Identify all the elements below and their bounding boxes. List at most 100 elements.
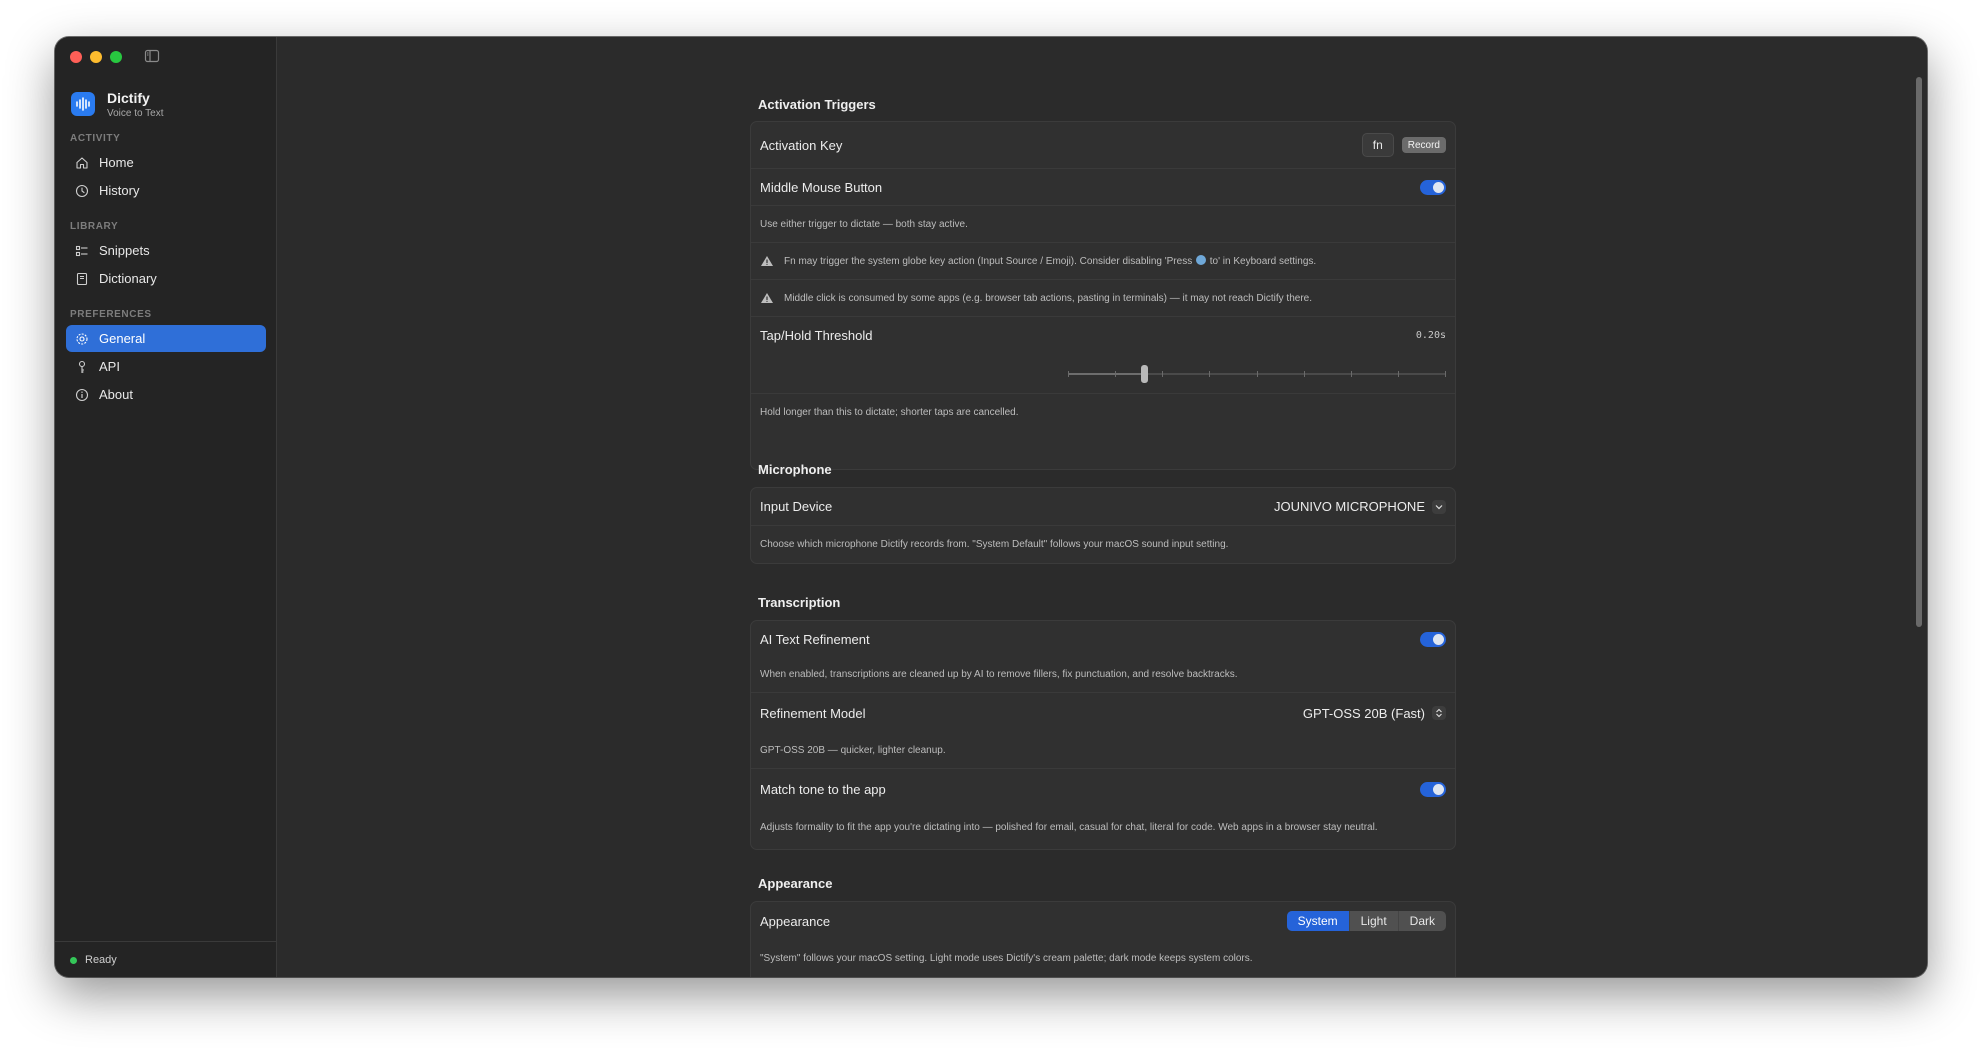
middle-mouse-toggle[interactable] xyxy=(1420,179,1446,195)
tone-note-row: Adjusts formality to fit the app you're … xyxy=(751,809,1455,845)
slider-tick xyxy=(1445,370,1446,377)
sidebar-item-label: Home xyxy=(99,155,134,170)
sidebar-item-label: History xyxy=(99,183,140,198)
microphone-note: Choose which microphone Dictify records … xyxy=(760,539,1229,550)
section-title-activation: Activation Triggers xyxy=(758,97,876,112)
sidebar-item-label: General xyxy=(99,331,146,346)
key-icon xyxy=(74,359,90,375)
trigger-note-row: Use either trigger to dictate — both sta… xyxy=(751,206,1455,243)
refinement-model-popup[interactable]: GPT-OSS 20B (Fast) xyxy=(1303,706,1446,721)
match-tone-label: Match tone to the app xyxy=(760,781,886,797)
appearance-label: Appearance xyxy=(760,913,831,929)
trigger-note: Use either trigger to dictate — both sta… xyxy=(760,218,968,230)
app-window: Dictify Voice to Text ACTIVITY Home Hist… xyxy=(55,37,1927,977)
refinement-model-note: GPT-OSS 20B — quicker, lighter cleanup. xyxy=(760,745,946,756)
sidebar-item-label: About xyxy=(99,387,133,402)
middle-mouse-label: Middle Mouse Button xyxy=(760,179,883,195)
sidebar-item-dictionary[interactable]: Dictionary xyxy=(66,265,266,292)
ai-refinement-note: When enabled, transcriptions are cleaned… xyxy=(760,669,1238,680)
activation-key-label: Activation Key xyxy=(760,137,843,153)
microphone-note-row: Choose which microphone Dictify records … xyxy=(751,526,1455,563)
fn-warning-row: Fn may trigger the system globe key acti… xyxy=(751,243,1455,280)
threshold-row: Tap/Hold Threshold 0.20s xyxy=(751,317,1455,354)
status-text: Ready xyxy=(85,954,117,966)
ai-refinement-toggle[interactable] xyxy=(1420,631,1446,647)
vertical-scrollbar[interactable] xyxy=(1916,77,1922,627)
slider-tick xyxy=(1209,370,1210,377)
appearance-note-row: "System" follows your macOS setting. Lig… xyxy=(751,940,1455,976)
appearance-option-light[interactable]: Light xyxy=(1348,911,1398,931)
appearance-row: Appearance System Light Dark xyxy=(751,902,1455,940)
sidebar-item-api[interactable]: API xyxy=(66,353,266,380)
sidebar-toggle-icon[interactable] xyxy=(144,48,160,64)
match-tone-note: Adjusts formality to fit the app you're … xyxy=(760,821,1378,833)
clock-icon xyxy=(74,183,90,199)
threshold-value: 0.20s xyxy=(1415,330,1446,341)
sidebar-item-general[interactable]: General xyxy=(66,325,266,352)
globe-icon xyxy=(1195,255,1206,265)
close-window-button[interactable] xyxy=(70,51,82,63)
slider-thumb[interactable] xyxy=(1141,364,1148,383)
model-note-row: GPT-OSS 20B — quicker, lighter cleanup. xyxy=(751,733,1455,769)
slider-tick xyxy=(1398,370,1399,377)
app-logo-waveform-icon xyxy=(71,92,95,116)
sidebar-item-label: Dictionary xyxy=(99,271,157,286)
input-device-label: Input Device xyxy=(760,499,833,514)
input-device-dropdown[interactable]: JOUNIVO MICROPHONE xyxy=(1274,499,1446,514)
threshold-slider[interactable] xyxy=(1068,354,1446,393)
section-label-preferences: PREFERENCES xyxy=(70,309,152,320)
slider-tick xyxy=(1351,370,1352,377)
middle-warning-row: Middle click is consumed by some apps (e… xyxy=(751,280,1455,317)
refinement-model-row: Refinement Model GPT-OSS 20B (Fast) xyxy=(751,693,1455,733)
input-device-value: JOUNIVO MICROPHONE xyxy=(1274,499,1425,514)
record-button[interactable]: Record xyxy=(1401,137,1446,153)
appearance-option-dark[interactable]: Dark xyxy=(1397,911,1446,931)
appearance-option-system[interactable]: System xyxy=(1286,911,1349,931)
warning-icon xyxy=(761,293,773,303)
app-subtitle: Voice to Text xyxy=(107,108,164,119)
sidebar: Dictify Voice to Text ACTIVITY Home Hist… xyxy=(55,37,277,977)
input-device-row: Input Device JOUNIVO MICROPHONE xyxy=(751,488,1455,526)
sidebar-item-label: Snippets xyxy=(99,243,150,258)
sidebar-item-label: API xyxy=(99,359,120,374)
threshold-label: Tap/Hold Threshold xyxy=(760,328,873,343)
threshold-note-row: Hold longer than this to dictate; shorte… xyxy=(751,394,1455,431)
threshold-note: Hold longer than this to dictate; shorte… xyxy=(760,407,1019,418)
fn-warning-text: Fn may trigger the system globe key acti… xyxy=(784,255,1317,267)
slider-tick xyxy=(1115,370,1116,377)
middle-warning-text: Middle click is consumed by some apps (e… xyxy=(784,292,1312,304)
activation-key-cap[interactable]: fn xyxy=(1361,133,1394,157)
section-title-appearance: Appearance xyxy=(758,876,833,891)
section-label-activity: ACTIVITY xyxy=(70,133,121,144)
sidebar-item-about[interactable]: About xyxy=(66,381,266,408)
match-tone-row: Match tone to the app xyxy=(751,769,1455,809)
slider-tick xyxy=(1162,370,1163,377)
house-icon xyxy=(74,155,90,171)
slider-tick xyxy=(1304,370,1305,377)
main-content: Activation Triggers Activation Key fn Re… xyxy=(277,37,1927,977)
zoom-window-button[interactable] xyxy=(110,51,122,63)
appearance-card: Appearance System Light Dark "System" fo… xyxy=(750,901,1456,977)
sidebar-item-history[interactable]: History xyxy=(66,177,266,204)
section-label-library: LIBRARY xyxy=(70,221,119,232)
minimize-window-button[interactable] xyxy=(90,51,102,63)
gear-icon xyxy=(74,331,90,347)
match-tone-toggle[interactable] xyxy=(1420,781,1446,797)
app-name: Dictify xyxy=(107,90,150,106)
sidebar-item-home[interactable]: Home xyxy=(66,149,266,176)
activation-key-row: Activation Key fn Record xyxy=(751,122,1455,169)
status-bar: Ready xyxy=(55,941,276,977)
refinement-model-label: Refinement Model xyxy=(760,705,866,721)
info-icon xyxy=(74,387,90,403)
chevron-down-icon xyxy=(1432,499,1446,514)
transcription-card: AI Text Refinement When enabled, transcr… xyxy=(750,620,1456,850)
appearance-segmented-control[interactable]: System Light Dark xyxy=(1286,911,1446,931)
activation-card: Activation Key fn Record Middle Mouse Bu… xyxy=(750,121,1456,470)
slider-tick xyxy=(1257,370,1258,377)
sidebar-item-snippets[interactable]: Snippets xyxy=(66,237,266,264)
middle-mouse-row: Middle Mouse Button xyxy=(751,169,1455,206)
chevron-up-down-icon xyxy=(1432,706,1446,720)
ai-note-row: When enabled, transcriptions are cleaned… xyxy=(751,657,1455,693)
section-title-transcription: Transcription xyxy=(758,595,841,610)
warning-icon xyxy=(761,256,773,266)
